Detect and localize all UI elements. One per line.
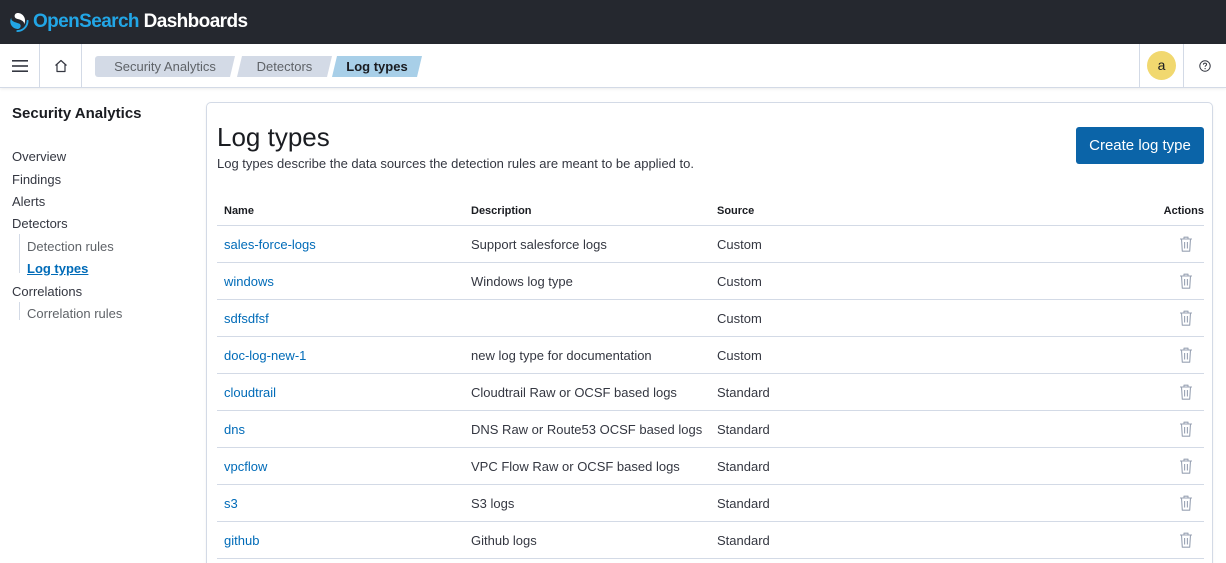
sidebar-item-overview[interactable]: Overview	[12, 149, 66, 164]
brand-name: OpenSearch	[33, 11, 140, 32]
help-button[interactable]	[1183, 44, 1226, 87]
table-row: cloudtrail Cloudtrail Raw or OCSF based l…	[217, 374, 1204, 411]
breadcrumb-log-types: Log types	[332, 56, 422, 77]
log-type-name-link[interactable]: sales-force-logs	[224, 237, 316, 252]
log-type-source: Custom	[717, 237, 762, 252]
table-row: dns DNS Raw or Route53 OCSF based logs Sta…	[217, 411, 1204, 448]
log-type-source: Standard	[717, 459, 770, 474]
log-type-description: DNS Raw or Route53 OCSF based logs	[471, 422, 703, 437]
log-type-description: Windows log type	[471, 274, 573, 289]
log-type-source: Standard	[717, 533, 770, 548]
table-row: sales-force-logs Support salesforce logs C…	[217, 226, 1204, 263]
sidebar-item-correlations[interactable]: Correlations	[12, 284, 82, 299]
trash-icon[interactable]	[1178, 272, 1194, 290]
table-row: doc-log-new-1 new log type for documentat…	[217, 337, 1204, 374]
opensearch-logo-icon	[10, 12, 29, 32]
home-button[interactable]	[40, 44, 82, 87]
sidebar-item-findings[interactable]: Findings	[12, 172, 61, 187]
sidebar-item-alerts[interactable]: Alerts	[12, 194, 45, 209]
trash-icon[interactable]	[1178, 309, 1194, 327]
table-header: Name Description Source Actions	[217, 199, 1204, 226]
sidebar-tree-line	[19, 234, 20, 273]
page-description: Log types describe the data sources the …	[217, 156, 694, 171]
table-row: github Github logs Standard	[217, 522, 1204, 559]
log-type-name-link[interactable]: sdfsdfsf	[224, 311, 269, 326]
log-type-name-link[interactable]: windows	[224, 274, 274, 289]
log-type-description: new log type for documentation	[471, 348, 652, 363]
log-type-description: S3 logs	[471, 496, 515, 511]
log-type-source: Standard	[717, 422, 770, 437]
log-type-source: Standard	[717, 496, 770, 511]
avatar[interactable]: a	[1147, 51, 1176, 80]
log-types-table: Name Description Source Actions sales-fo…	[217, 199, 1204, 559]
table-body: sales-force-logs Support salesforce logs C…	[217, 226, 1204, 559]
table-row: s3 S3 logs Standard	[217, 485, 1204, 522]
log-type-description: Github logs	[471, 533, 537, 548]
trash-icon[interactable]	[1178, 494, 1194, 512]
hamburger-menu-icon	[11, 59, 28, 72]
global-header: OpenSearch Dashboards	[0, 0, 1226, 44]
column-header-actions: Actions	[1163, 205, 1204, 217]
log-type-name-link[interactable]: doc-log-new-1	[224, 348, 306, 363]
log-type-source: Custom	[717, 311, 762, 326]
product-suffix: Dashboards	[138, 11, 248, 32]
side-nav-title: Security Analytics	[12, 105, 142, 122]
sidebar-item-detection-rules[interactable]: Detection rules	[27, 239, 114, 254]
sidebar-item-correlation-rules[interactable]: Correlation rules	[27, 306, 122, 321]
product-name: OpenSearch Dashboards	[33, 11, 248, 33]
page-title: Log types	[217, 122, 330, 152]
user-menu: a	[1139, 44, 1183, 87]
log-type-source: Custom	[717, 274, 762, 289]
trash-icon[interactable]	[1178, 383, 1194, 401]
trash-icon[interactable]	[1178, 235, 1194, 253]
log-type-name-link[interactable]: vpcflow	[224, 459, 267, 474]
menu-toggle-button[interactable]	[0, 44, 40, 87]
log-type-name-link[interactable]: s3	[224, 496, 238, 511]
create-log-type-button[interactable]: Create log type	[1076, 127, 1204, 164]
column-header-source[interactable]: Source	[717, 205, 754, 217]
trash-icon[interactable]	[1178, 346, 1194, 364]
log-type-source: Custom	[717, 348, 762, 363]
column-header-name[interactable]: Name	[224, 205, 254, 217]
top-nav-bar: Security Analytics Detectors Log types a	[0, 44, 1226, 88]
breadcrumb-security-analytics[interactable]: Security Analytics	[95, 56, 235, 77]
log-type-description: Support salesforce logs	[471, 237, 607, 252]
home-icon	[54, 59, 67, 72]
log-type-name-link[interactable]: github	[224, 533, 259, 548]
log-type-name-link[interactable]: dns	[224, 422, 245, 437]
log-type-description: VPC Flow Raw or OCSF based logs	[471, 459, 680, 474]
sidebar-item-log-types[interactable]: Log types	[27, 261, 88, 276]
log-type-source: Standard	[717, 385, 770, 400]
trash-icon[interactable]	[1178, 457, 1194, 475]
help-icon	[1199, 59, 1211, 72]
sidebar-tree-line	[19, 302, 20, 320]
table-row: vpcflow VPC Flow Raw or OCSF based logs St…	[217, 448, 1204, 485]
log-type-description: Cloudtrail Raw or OCSF based logs	[471, 385, 677, 400]
log-type-name-link[interactable]: cloudtrail	[224, 385, 276, 400]
breadcrumb-detectors[interactable]: Detectors	[237, 56, 332, 77]
opensearch-logo[interactable]: OpenSearch Dashboards	[10, 11, 248, 33]
log-types-panel: Log types Log types describe the data so…	[206, 102, 1213, 563]
table-row: windows Windows log type Custom	[217, 263, 1204, 300]
sidebar-item-detectors[interactable]: Detectors	[12, 216, 68, 231]
trash-icon[interactable]	[1178, 531, 1194, 549]
table-row: sdfsdfsf Custom	[217, 300, 1204, 337]
trash-icon[interactable]	[1178, 420, 1194, 438]
column-header-description[interactable]: Description	[471, 205, 532, 217]
